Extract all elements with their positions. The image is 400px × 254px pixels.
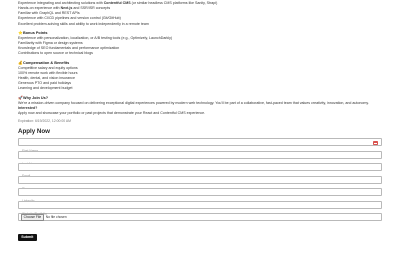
why-join-paragraph: We're a mission-driven company focused o… bbox=[18, 100, 369, 105]
interested-text: Apply now and showcase your portfolio or… bbox=[18, 110, 206, 115]
apply-now-heading: Apply Now bbox=[18, 128, 50, 136]
expiration-date: Expiration: 6/19/2022, 12:00:00 AM bbox=[18, 119, 71, 124]
website-portfolio-input[interactable] bbox=[19, 210, 381, 217]
phone-field-wrapper bbox=[18, 175, 382, 192]
linkedin-field-wrapper bbox=[18, 188, 382, 205]
application-form: Choose File No file chosen Submit bbox=[18, 138, 382, 243]
job-description: Experience integrating and architecting … bbox=[18, 1, 382, 243]
autofill-icon[interactable] bbox=[373, 140, 378, 146]
email-field-wrapper bbox=[18, 163, 382, 180]
last-name-field-wrapper bbox=[18, 150, 382, 167]
submit-button[interactable]: Submit bbox=[18, 233, 37, 241]
first-name-field-wrapper bbox=[18, 138, 382, 155]
website-field-wrapper bbox=[18, 200, 382, 217]
